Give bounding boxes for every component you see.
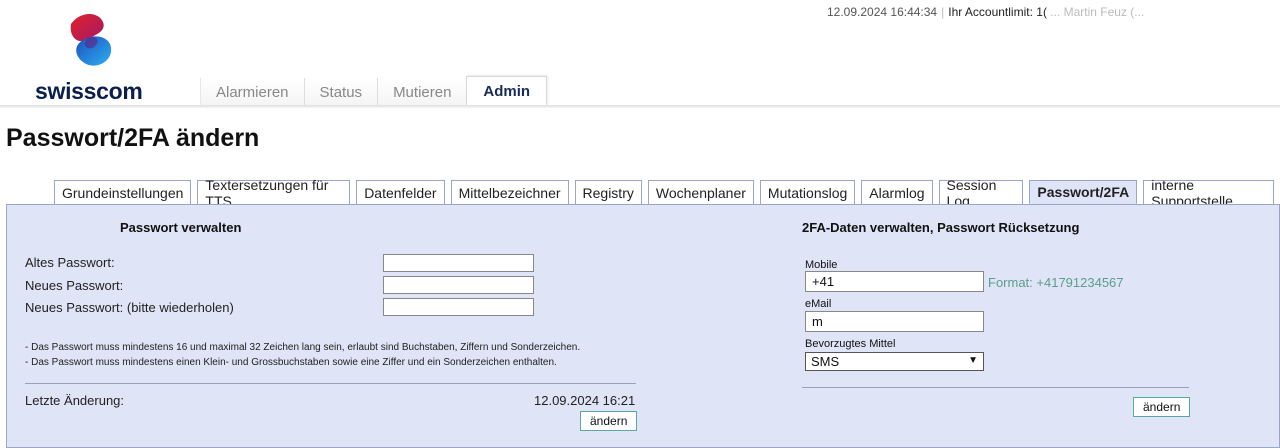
new-password-label: Neues Passwort: [25,278,124,293]
last-change-value: 12.09.2024 16:21 [534,393,636,408]
subtab-passwort-2fa[interactable]: Passwort/2FA [1029,180,1138,204]
header-divider [0,105,1280,108]
preferred-method-select[interactable]: SMS ▼ [805,352,984,371]
new-password-input[interactable] [383,276,534,294]
content-panel: Passwort verwalten Altes Passwort: Neues… [6,204,1280,448]
email-label: eMail [805,298,832,310]
subtab-alarmlog[interactable]: Alarmlog [861,180,933,204]
swisscom-logo[interactable]: swisscom [35,10,155,104]
twofa-divider [802,387,1189,388]
account-user: ... Martin Feuz (... [1050,5,1145,19]
twofa-section-title: 2FA-Daten verwalten, Passwort Rücksetzun… [802,220,1080,235]
mobile-label: Mobile [805,259,838,271]
subtab-mutationslog[interactable]: Mutationslog [759,180,856,204]
tab-status[interactable]: Status [303,78,378,106]
account-info: 12.09.2024 16:44:34 | Ihr Accountlimit: 1(… [827,5,1144,19]
subtab-datenfelder[interactable]: Datenfelder [356,180,445,204]
mobile-format-hint: Format: +41791234567 [988,275,1124,290]
tab-admin[interactable]: Admin [466,76,548,106]
tab-mutieren[interactable]: Mutieren [377,78,467,106]
preferred-method-value: SMS [811,354,840,369]
main-navigation: Alarmieren Status Mutieren Admin [200,76,548,106]
subtab-textersetzungen[interactable]: Textersetzungen für TTS [197,177,351,209]
page-title: Passwort/2FA ändern [6,124,260,152]
preferred-method-label: Bevorzugtes Mittel [805,338,896,350]
swisscom-logo-icon [70,14,112,66]
repeat-password-input[interactable] [383,298,534,316]
change-password-button[interactable]: ändern [580,411,638,431]
datetime: 12.09.2024 16:44:34 [827,5,938,19]
separator: | [941,5,945,19]
password-divider [25,383,636,384]
email-input[interactable]: m [805,311,984,332]
subtab-mittelbezeichner[interactable]: Mittelbezeichner [450,180,569,204]
old-password-input[interactable] [383,254,534,272]
password-rule-length: - Das Passwort muss mindestens 16 und ma… [25,342,581,353]
mobile-input[interactable]: +41 [805,271,984,292]
subtab-grundeinstellungen[interactable]: Grundeinstellungen [54,180,192,204]
last-change-label: Letzte Änderung: [25,393,125,408]
repeat-password-label: Neues Passwort: (bitte wiederholen) [25,300,234,315]
subtab-interne-supportstelle[interactable]: interne Supportstelle [1143,177,1274,209]
account-limit: Ihr Accountlimit: 1( [948,5,1047,19]
chevron-down-icon: ▼ [968,355,978,366]
tab-alarmieren[interactable]: Alarmieren [200,78,304,106]
change-2fa-button[interactable]: ändern [1133,397,1191,417]
admin-subtabs: Grundeinstellungen Textersetzungen für T… [54,177,1280,209]
subtab-session-log[interactable]: Session Log [938,177,1024,209]
password-section-title: Passwort verwalten [120,220,242,235]
logo-text: swisscom [35,78,143,104]
old-password-label: Altes Passwort: [25,255,115,270]
subtab-registry[interactable]: Registry [574,180,642,204]
subtab-wochenplaner[interactable]: Wochenplaner [647,180,754,204]
password-rule-chars: - Das Passwort muss mindestens einen Kle… [25,357,557,368]
